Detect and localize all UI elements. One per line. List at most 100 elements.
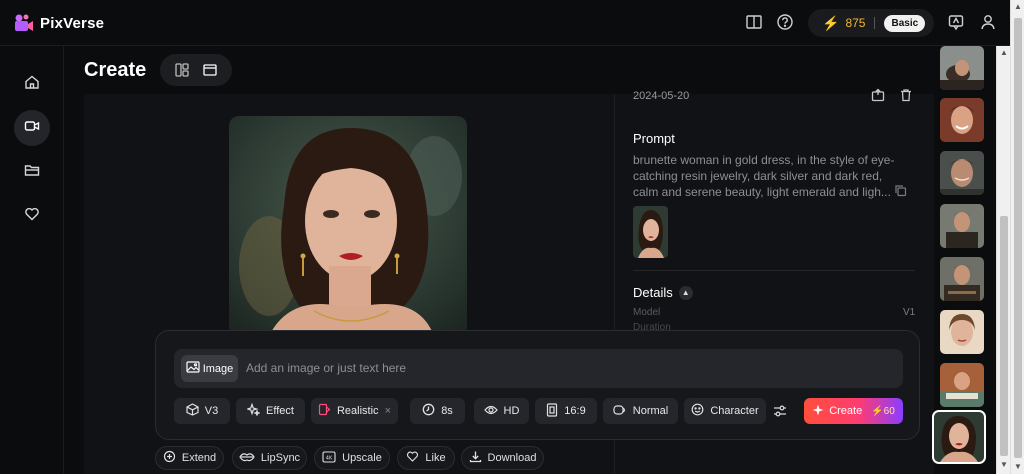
copy-icon[interactable] xyxy=(894,184,907,197)
extend-label: Extend xyxy=(181,452,217,464)
cube-icon xyxy=(186,403,199,419)
heart-icon xyxy=(24,206,40,227)
image-chip-label: Image xyxy=(202,362,234,375)
upscale-label: Upscale xyxy=(342,452,382,464)
duration-select-label: 8s xyxy=(441,405,453,417)
create-cost-value: 60 xyxy=(883,405,895,417)
top-bar: PixVerse ⚡ 875 Basic xyxy=(0,0,1010,46)
like-button[interactable]: Like xyxy=(397,446,455,470)
motion-select[interactable]: Normal xyxy=(603,398,678,424)
history-thumbnail-selected[interactable] xyxy=(932,410,986,464)
details-label: Details xyxy=(633,285,673,300)
aspect-ratio-select[interactable]: 16:9 xyxy=(535,398,597,424)
history-thumbnail[interactable] xyxy=(940,310,984,354)
generation-date: 2024-05-20 xyxy=(633,90,690,102)
logo[interactable]: PixVerse xyxy=(14,13,104,33)
heart-icon xyxy=(406,450,419,466)
history-thumbnail[interactable] xyxy=(940,363,984,407)
history-thumbnail[interactable] xyxy=(940,257,984,301)
window-scrollbar-thumb[interactable] xyxy=(1014,18,1022,458)
thumbnail-rail-scrollbar[interactable]: ▲ ▼ xyxy=(996,46,1010,474)
prompt-composer: Image Add an image or just text here V3 … xyxy=(155,330,920,440)
quality-select-label: HD xyxy=(503,405,520,417)
character-select[interactable]: Character xyxy=(684,398,766,424)
pixverse-logo-icon xyxy=(14,13,34,33)
scroll-down-icon[interactable]: ▼ xyxy=(999,460,1009,470)
model-value: V1 xyxy=(903,307,916,318)
reference-image-thumbnail[interactable] xyxy=(633,206,668,258)
lipsync-label: LipSync xyxy=(260,452,301,464)
scrollbar-thumb[interactable] xyxy=(1000,216,1008,456)
prompt-label: Prompt xyxy=(633,131,675,146)
lipsync-button[interactable]: LipSync xyxy=(232,446,307,470)
credits-badge[interactable]: ⚡ 875 Basic xyxy=(808,9,934,37)
help-icon[interactable] xyxy=(776,13,794,31)
style-select[interactable]: Realistic × xyxy=(311,398,398,424)
window-scrollbar[interactable]: ▲ ▼ xyxy=(1010,0,1024,474)
create-button[interactable]: Create ⚡60 xyxy=(804,398,903,424)
prompt-text: brunette woman in gold dress, in the sty… xyxy=(633,153,895,199)
history-thumbnail[interactable] xyxy=(940,151,984,195)
credits-divider xyxy=(874,17,876,29)
add-image-button[interactable]: Image xyxy=(181,355,238,382)
prompt-input-row: Image Add an image or just text here xyxy=(174,349,903,388)
eye-icon xyxy=(483,404,498,419)
app-name: PixVerse xyxy=(40,14,105,32)
download-button[interactable]: Download xyxy=(461,446,544,470)
home-icon xyxy=(24,74,40,95)
download-label: Download xyxy=(487,452,537,464)
style-select-label: Realistic xyxy=(336,405,379,417)
nav-favorites[interactable] xyxy=(14,198,50,234)
settings-sliders-icon[interactable] xyxy=(772,403,788,419)
item-actions xyxy=(871,88,913,107)
model-select[interactable]: V3 xyxy=(174,398,230,424)
bolt-icon: ⚡ xyxy=(822,14,840,31)
aspect-ratio-icon xyxy=(546,402,558,420)
history-thumbnail[interactable] xyxy=(940,98,984,142)
create-cost: ⚡60 xyxy=(871,405,895,417)
history-thumbnail-rail xyxy=(932,46,994,474)
effect-select[interactable]: Effect xyxy=(236,398,305,424)
scroll-up-icon[interactable]: ▲ xyxy=(999,48,1009,58)
left-nav xyxy=(0,46,64,474)
trash-icon[interactable] xyxy=(899,88,913,107)
model-label: Model xyxy=(633,307,661,318)
details-toggle[interactable]: Details ▲ xyxy=(633,285,693,300)
history-thumbnail[interactable] xyxy=(940,46,984,90)
face-icon xyxy=(691,403,704,419)
feedback-icon[interactable] xyxy=(947,13,965,31)
nav-folder[interactable] xyxy=(14,154,50,190)
user-icon[interactable] xyxy=(979,13,997,31)
chevron-up-icon: ▲ xyxy=(678,285,693,300)
motion-select-label: Normal xyxy=(632,405,669,417)
book-icon[interactable] xyxy=(745,13,763,31)
sparkle-icon xyxy=(812,404,824,419)
scroll-down-icon[interactable]: ▼ xyxy=(1013,462,1023,472)
nav-video[interactable] xyxy=(14,110,50,146)
4k-icon: 4K xyxy=(322,450,336,466)
motion-icon xyxy=(613,404,627,419)
plan-badge[interactable]: Basic xyxy=(884,14,926,32)
scroll-up-icon[interactable]: ▲ xyxy=(1013,2,1023,12)
grid-view-icon[interactable] xyxy=(174,62,190,78)
generated-video-preview[interactable] xyxy=(229,116,467,336)
effect-select-label: Effect xyxy=(266,405,294,417)
quality-select[interactable]: HD xyxy=(474,398,529,424)
clear-style-icon[interactable]: × xyxy=(385,405,391,417)
share-icon[interactable] xyxy=(871,88,885,107)
extend-button[interactable]: Extend xyxy=(155,446,224,470)
credits-count: 875 xyxy=(845,16,866,30)
clock-icon xyxy=(422,403,435,419)
nav-home[interactable] xyxy=(14,66,50,102)
upscale-button[interactable]: 4K Upscale xyxy=(314,446,390,470)
details-divider xyxy=(633,270,915,271)
prompt-input[interactable]: Add an image or just text here xyxy=(246,361,406,375)
history-thumbnail[interactable] xyxy=(940,204,984,248)
image-icon xyxy=(186,361,200,376)
download-icon xyxy=(469,450,482,466)
single-view-icon[interactable] xyxy=(202,62,218,78)
create-button-label: Create xyxy=(829,405,863,417)
aspect-ratio-label: 16:9 xyxy=(564,405,586,417)
duration-select[interactable]: 8s xyxy=(410,398,465,424)
style-icon xyxy=(318,403,331,419)
